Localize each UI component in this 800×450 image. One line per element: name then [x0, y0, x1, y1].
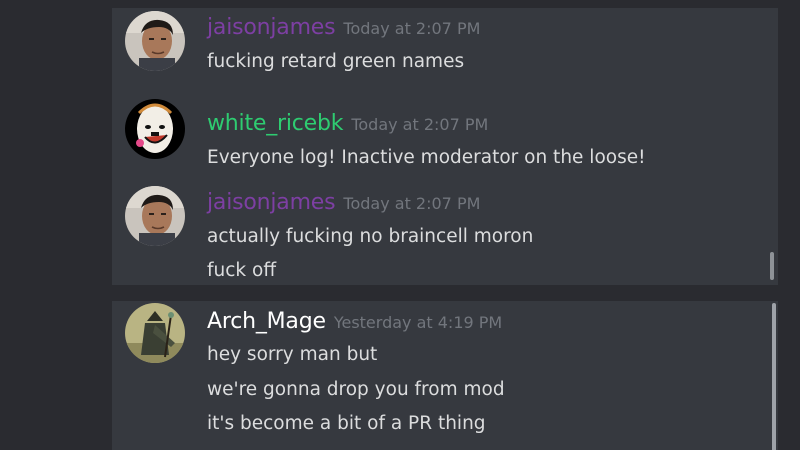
chat-panel-recent[interactable]: jaisonjames Today at 2:07 PM fucking reta… [112, 8, 778, 285]
username[interactable]: white_ricebk [207, 111, 344, 136]
chat-message: jaisonjames Today at 2:07 PM actually fuc… [112, 184, 778, 284]
cartoon-face-avatar [125, 99, 185, 159]
scrollbar-thumb[interactable] [770, 252, 774, 280]
chat-screenshot: jaisonjames Today at 2:07 PM fucking reta… [0, 0, 800, 450]
timestamp[interactable]: Today at 2:07 PM [351, 115, 488, 134]
username[interactable]: jaisonjames [207, 15, 336, 40]
username[interactable]: jaisonjames [207, 190, 336, 215]
chat-panel-older[interactable]: Arch_Mage Yesterday at 4:19 PM hey sorry … [112, 301, 778, 450]
message-header: white_ricebk Today at 2:07 PM [207, 110, 488, 138]
message-text: hey sorry man but [207, 344, 378, 365]
message-text: actually fucking no braincell moron [207, 226, 534, 247]
message-text: it's become a bit of a PR thing [207, 413, 486, 434]
message-header: jaisonjames Today at 2:07 PM [207, 189, 480, 217]
username[interactable]: Arch_Mage [207, 309, 326, 334]
message-header: Arch_Mage Yesterday at 4:19 PM [207, 308, 502, 336]
message-text: fucking retard green names [207, 51, 465, 72]
chat-message: Arch_Mage Yesterday at 4:19 PM hey sorry … [112, 301, 778, 450]
chat-message: jaisonjames Today at 2:07 PM fucking reta… [112, 8, 778, 88]
message-text: Everyone log! Inactive moderator on the … [207, 147, 646, 168]
user-avatar[interactable] [125, 186, 185, 246]
scrollbar-thumb[interactable] [772, 303, 776, 450]
message-text: we're gonna drop you from mod [207, 379, 505, 400]
person-photo-avatar [125, 11, 185, 71]
person-photo-avatar [125, 186, 185, 246]
user-avatar[interactable] [125, 99, 185, 159]
user-avatar[interactable] [125, 11, 185, 71]
timestamp[interactable]: Today at 2:07 PM [343, 19, 480, 38]
timestamp[interactable]: Today at 2:07 PM [343, 194, 480, 213]
wizard-figure-avatar [125, 303, 185, 363]
chat-message: white_ricebk Today at 2:07 PM Everyone lo… [112, 96, 778, 186]
user-avatar[interactable] [125, 303, 185, 363]
message-text: fuck off [207, 260, 277, 281]
message-header: jaisonjames Today at 2:07 PM [207, 14, 480, 42]
timestamp[interactable]: Yesterday at 4:19 PM [334, 313, 502, 332]
